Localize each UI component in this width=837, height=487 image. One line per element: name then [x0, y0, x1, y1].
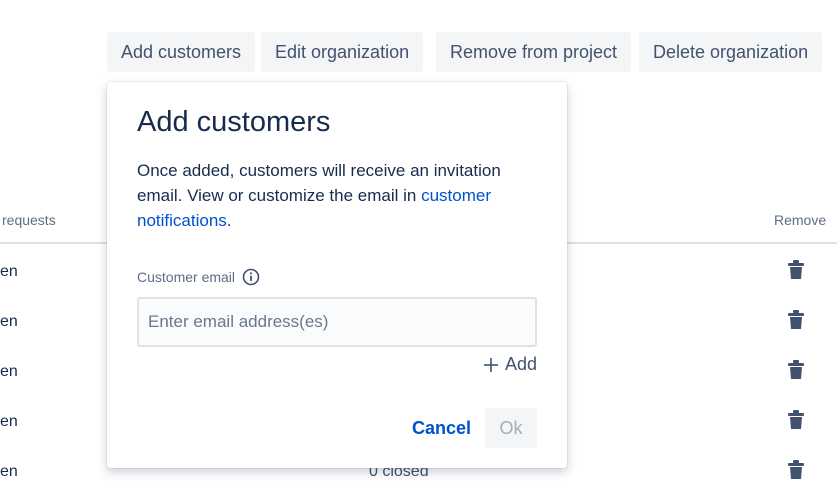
request-status: en: [0, 463, 18, 480]
request-status: en: [0, 413, 18, 430]
dialog-description: Once added, customers will receive an in…: [137, 158, 537, 233]
plus-icon: [483, 357, 498, 372]
trash-icon[interactable]: [787, 460, 805, 480]
trash-icon[interactable]: [787, 360, 805, 380]
request-status: en: [0, 363, 18, 380]
requests-column-header: requests: [2, 212, 56, 228]
trash-icon[interactable]: [787, 260, 805, 280]
remove-from-project-button[interactable]: Remove from project: [436, 32, 632, 72]
customer-email-input[interactable]: [137, 297, 537, 347]
add-label: Add: [504, 354, 537, 374]
description-end: .: [226, 211, 232, 230]
add-email-button[interactable]: Add: [483, 354, 537, 375]
remove-column-header: Remove: [774, 212, 827, 228]
info-icon[interactable]: [242, 268, 260, 286]
trash-icon[interactable]: [787, 310, 805, 330]
trash-icon[interactable]: [787, 410, 805, 430]
add-customers-dialog: Add customers Once added, customers will…: [107, 82, 567, 468]
edit-organization-button[interactable]: Edit organization: [261, 32, 424, 72]
dialog-title: Add customers: [137, 106, 331, 138]
delete-organization-button[interactable]: Delete organization: [639, 32, 823, 72]
customer-email-label: Customer email: [137, 269, 236, 285]
toolbar: Add customers Edit organization Remove f…: [0, 32, 837, 72]
request-status: en: [0, 263, 18, 280]
request-status: en: [0, 313, 18, 330]
cancel-button[interactable]: Cancel: [402, 408, 481, 448]
ok-button[interactable]: Ok: [485, 408, 537, 448]
add-customers-button[interactable]: Add customers: [107, 32, 256, 72]
customer-email-label-row: Customer email: [137, 268, 260, 286]
